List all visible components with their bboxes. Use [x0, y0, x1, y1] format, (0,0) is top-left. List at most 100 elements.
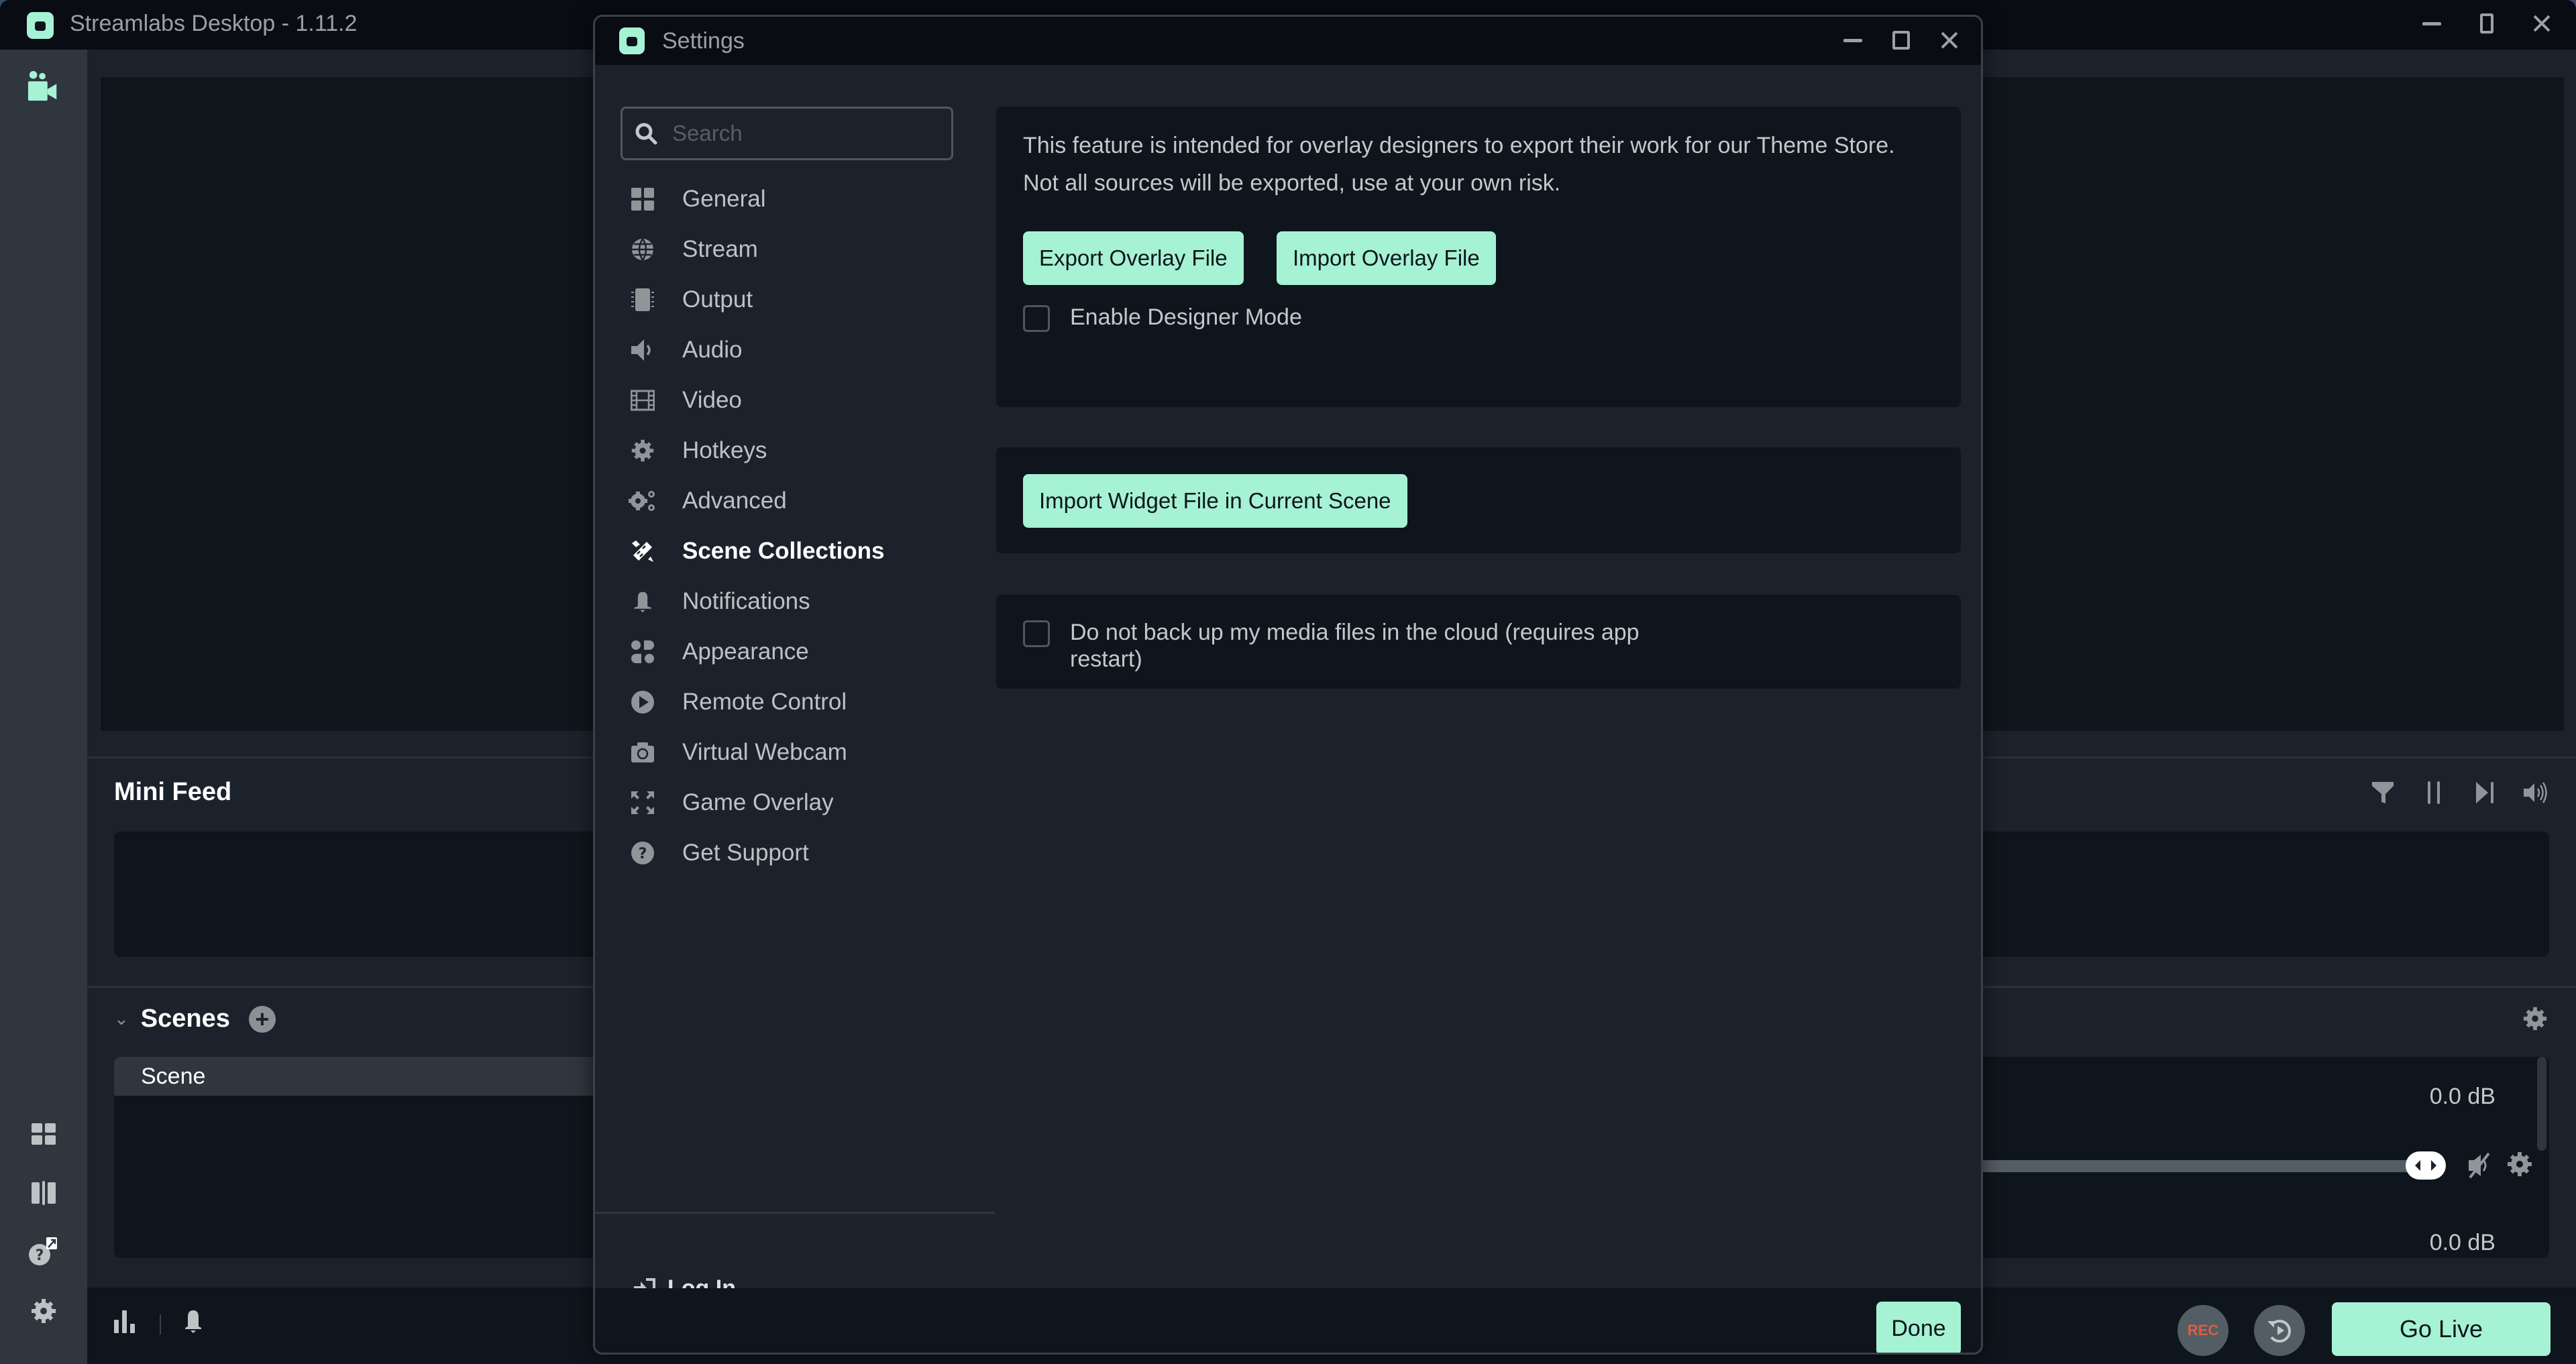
menu-item-hotkeys[interactable]: Hotkeys — [629, 431, 964, 471]
minimize-button[interactable] — [1839, 25, 1867, 56]
maximize-button[interactable] — [1887, 25, 1915, 56]
replay-icon — [2267, 1320, 2291, 1343]
dialog-window-controls — [1839, 25, 1964, 56]
settings-content: This feature is intended for overlay des… — [996, 65, 1981, 1292]
expand-icon — [629, 789, 657, 817]
maximize-button[interactable] — [2473, 8, 2501, 39]
menu-item-notifications[interactable]: Notifications — [629, 581, 964, 622]
menu-item-stream[interactable]: Stream — [629, 229, 964, 270]
skip-button[interactable] — [2471, 779, 2498, 806]
search-input[interactable] — [672, 121, 941, 146]
question-circle-icon: ? — [629, 839, 657, 867]
columns-icon — [32, 1181, 56, 1205]
replay-buffer-button[interactable] — [2254, 1305, 2305, 1356]
filter-button[interactable] — [2369, 779, 2396, 806]
record-button[interactable]: REC — [2178, 1305, 2229, 1356]
close-icon — [2533, 15, 2551, 32]
studio-camera-icon — [28, 70, 57, 101]
mixer-settings-button[interactable] — [2522, 1006, 2549, 1033]
mini-feed-title: Mini Feed — [114, 778, 232, 806]
streamlabs-logo-icon — [27, 12, 54, 39]
overlay-description-line2: Not all sources will be exported, use at… — [1023, 170, 1561, 196]
app-title: Streamlabs Desktop - 1.11.2 — [70, 11, 358, 36]
menu-item-label: Hotkeys — [682, 437, 767, 463]
source-settings-button[interactable] — [2506, 1151, 2536, 1180]
scene-list: Scene — [114, 1057, 651, 1258]
menu-item-advanced[interactable]: Advanced — [629, 481, 964, 521]
scenes-title: Scenes — [140, 1005, 230, 1033]
collapse-chevron-icon[interactable]: ⌄ — [114, 1009, 129, 1029]
overlay-description-line1: This feature is intended for overlay des… — [1023, 133, 1895, 158]
help-nav-button[interactable]: ? — [27, 1235, 60, 1269]
cloud-backup-label-line1: Do not back up my media files in the clo… — [1070, 620, 1640, 645]
menu-item-general[interactable]: General — [629, 179, 964, 219]
nav-rail: ? — [0, 50, 87, 1364]
svg-text:?: ? — [36, 1247, 44, 1264]
grid-icon — [629, 185, 657, 213]
settings-nav-button[interactable] — [27, 1294, 60, 1328]
chip-icon — [629, 286, 657, 314]
volume-slider-handle[interactable] — [2406, 1151, 2446, 1180]
play-circle-icon — [629, 688, 657, 716]
mixer-scrollbar[interactable] — [2537, 1057, 2546, 1151]
mini-feed-controls — [2369, 779, 2549, 806]
menu-item-remote-control[interactable]: Remote Control — [629, 682, 964, 722]
pause-button[interactable] — [2420, 779, 2447, 806]
camera-icon — [629, 738, 657, 766]
gears-icon — [629, 487, 657, 515]
settings-footer: Done — [595, 1288, 1981, 1353]
overlay-description: This feature is intended for overlay des… — [1023, 127, 1895, 202]
menu-item-game-overlay[interactable]: Game Overlay — [629, 783, 964, 823]
go-live-button[interactable]: Go Live — [2332, 1302, 2551, 1356]
menu-item-label: Scene Collections — [682, 538, 885, 564]
plus-icon: + — [255, 1005, 270, 1033]
menu-item-label: Game Overlay — [682, 789, 834, 815]
search-field[interactable] — [621, 107, 953, 160]
layout-nav-button[interactable] — [27, 1117, 60, 1151]
ruler-pencil-icon — [629, 537, 657, 565]
bell-icon — [185, 1310, 201, 1333]
designer-mode-checkbox-row[interactable]: Enable Designer Mode — [1023, 304, 1302, 332]
menu-item-label: Stream — [682, 236, 758, 262]
menu-item-appearance[interactable]: Appearance — [629, 632, 964, 672]
volume-button[interactable] — [2522, 779, 2549, 806]
done-button[interactable]: Done — [1876, 1302, 1961, 1353]
menu-item-label: Video — [682, 387, 742, 413]
cloud-backup-checkbox-row[interactable]: Do not back up my media files in the clo… — [1023, 619, 1640, 673]
export-overlay-button[interactable]: Export Overlay File — [1023, 231, 1244, 285]
settings-titlebar: Settings — [595, 17, 1981, 65]
menu-item-label: General — [682, 186, 766, 212]
minimize-button[interactable] — [2418, 8, 2446, 39]
cloud-backup-checkbox[interactable] — [1023, 620, 1050, 647]
pause-icon — [2428, 781, 2440, 804]
mute-button[interactable] — [2466, 1151, 2493, 1180]
skip-icon — [2476, 782, 2493, 803]
backup-panel: Do not back up my media files in the clo… — [996, 595, 1961, 689]
overlay-panel: This feature is intended for overlay des… — [996, 107, 1961, 407]
menu-item-audio[interactable]: Audio — [629, 330, 964, 370]
help-external-icon: ? — [29, 1237, 57, 1265]
import-overlay-button[interactable]: Import Overlay File — [1277, 231, 1496, 285]
widget-panel: Import Widget File in Current Scene — [996, 447, 1961, 553]
import-widget-button[interactable]: Import Widget File in Current Scene — [1023, 474, 1407, 528]
notifications-button[interactable] — [180, 1308, 207, 1334]
menu-item-get-support[interactable]: ? Get Support — [629, 833, 964, 873]
volume-slider-track[interactable] — [1983, 1160, 2426, 1172]
designer-mode-checkbox[interactable] — [1023, 305, 1050, 332]
close-button[interactable] — [1935, 25, 1964, 56]
close-button[interactable] — [2528, 8, 2556, 39]
cloud-backup-label-line2: restart) — [1070, 646, 1142, 672]
studio-mode-nav-button[interactable] — [27, 1176, 60, 1210]
grid-icon — [32, 1123, 56, 1145]
menu-item-output[interactable]: Output — [629, 280, 964, 320]
bell-icon — [629, 587, 657, 616]
cloud-backup-label: Do not back up my media files in the clo… — [1070, 619, 1640, 673]
performance-button[interactable] — [113, 1308, 140, 1334]
scene-item[interactable]: Scene — [114, 1057, 651, 1096]
menu-item-label: Get Support — [682, 840, 809, 866]
menu-item-virtual-webcam[interactable]: Virtual Webcam — [629, 732, 964, 773]
menu-item-video[interactable]: Video — [629, 380, 964, 420]
add-scene-button[interactable]: + — [248, 1005, 276, 1033]
menu-item-scene-collections[interactable]: Scene Collections — [629, 531, 964, 571]
editor-nav-button[interactable] — [27, 70, 60, 103]
